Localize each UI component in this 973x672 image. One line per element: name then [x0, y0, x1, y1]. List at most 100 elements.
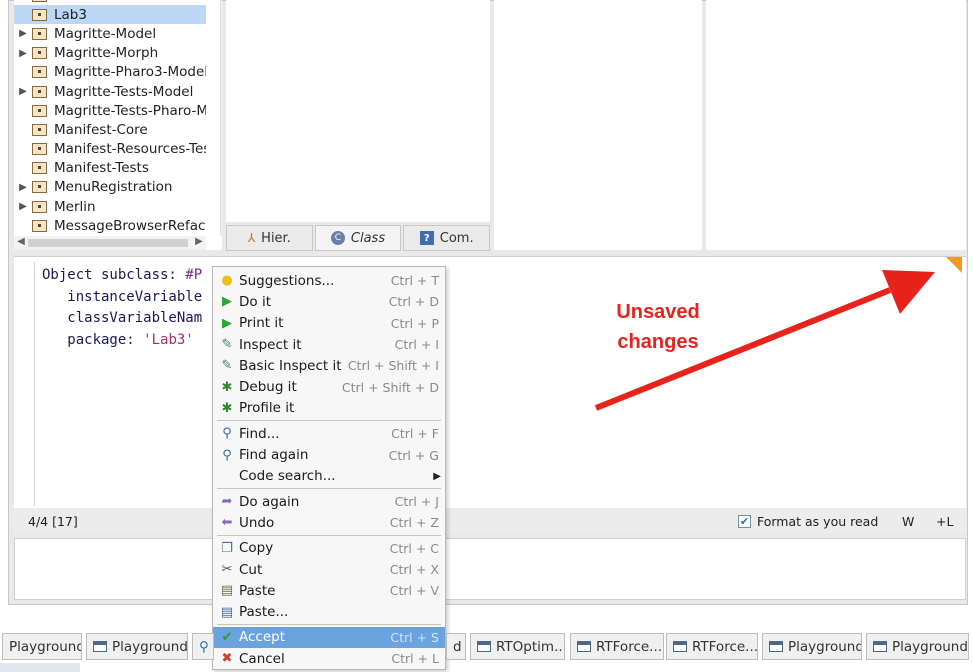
- package-icon: [32, 104, 47, 117]
- expand-triangle-icon[interactable]: ▶: [14, 201, 32, 212]
- taskbar-label: RTForce...: [596, 638, 663, 655]
- menu-item-find-again[interactable]: ⚲ Find again Ctrl + G: [213, 444, 445, 465]
- comment-icon: ?: [419, 231, 434, 245]
- menu-item-basic-inspect-it[interactable]: ✎ Basic Inspect it Ctrl + Shift + I: [213, 355, 445, 376]
- line-numbers-button[interactable]: +L: [936, 514, 953, 529]
- menu-item-shortcut: Ctrl + Shift + D: [341, 379, 439, 395]
- menu-item-label: Copy: [239, 540, 274, 557]
- menu-item-print-it[interactable]: ▶ Print it Ctrl + P: [213, 313, 445, 334]
- taskbar-button[interactable]: Playground: [2, 633, 82, 660]
- menu-item-code-search[interactable]: Code search... ▶: [213, 466, 445, 487]
- redo-icon: ➦: [221, 494, 233, 510]
- menu-item-label: Profile it: [239, 400, 295, 417]
- scroll-left-icon[interactable]: ◀: [14, 236, 28, 247]
- menu-item-copy[interactable]: ❐ Copy Ctrl + C: [213, 538, 445, 559]
- taskbar-label: Playground: [9, 638, 82, 655]
- format-checkbox[interactable]: ✔: [738, 514, 751, 528]
- scroll-up-icon[interactable]: ▲: [221, 2, 222, 13]
- expand-triangle-icon[interactable]: ▶: [14, 0, 32, 1]
- class-icon: C: [330, 231, 345, 245]
- scroll-down-icon[interactable]: ▼: [221, 222, 222, 233]
- paste-more-icon: ▤: [220, 604, 234, 620]
- package-item[interactable]: ▶ Merlin: [14, 197, 206, 216]
- hscroll-thumb[interactable]: [28, 239, 188, 247]
- package-icon: [32, 181, 47, 194]
- expand-triangle-icon[interactable]: ▶: [14, 28, 32, 39]
- menu-item-inspect-it[interactable]: ✎ Inspect it Ctrl + I: [213, 334, 445, 355]
- package-label: Merlin: [54, 198, 96, 215]
- menu-item-do-again[interactable]: ➦ Do again Ctrl + J: [213, 491, 445, 512]
- menu-item-undo[interactable]: ⬅ Undo Ctrl + Z: [213, 512, 445, 533]
- expand-triangle-icon[interactable]: ▶: [14, 48, 32, 59]
- taskbar-label: RTForce...: [692, 638, 758, 655]
- taskbar-button[interactable]: ⚲: [192, 633, 214, 660]
- package-item[interactable]: Magritte-Pharo3-Model: [14, 63, 206, 82]
- cut-icon: ✂: [221, 562, 233, 577]
- package-label: Magritte-Tests-Pharo-Mc: [54, 102, 206, 119]
- package-item[interactable]: ▶ Magritte-Tests-Model: [14, 82, 206, 101]
- package-item[interactable]: MessageBrowserRefacto: [14, 216, 206, 235]
- menu-item-find[interactable]: ⚲ Find... Ctrl + F: [213, 423, 445, 444]
- hierarchy-icon: ⅄: [247, 231, 256, 245]
- class-tabs: ⅄ Hier. C Class ? Com.: [226, 225, 491, 251]
- package-icon: [32, 123, 47, 136]
- menu-item-shortcut: Ctrl + T: [390, 273, 439, 289]
- menu-item-do-it[interactable]: ▶ Do it Ctrl + D: [213, 291, 445, 312]
- format-as-you-read-toggle[interactable]: ✔ Format as you read: [738, 514, 878, 529]
- package-item[interactable]: Lab3: [14, 5, 206, 25]
- code-text[interactable]: Object subclass: #P instanceVariable cla…: [42, 265, 202, 351]
- package-item[interactable]: ▶ Magritte-Model: [14, 24, 206, 43]
- protocol-list-pane[interactable]: [494, 0, 702, 250]
- taskbar-button[interactable]: Playground: [762, 633, 862, 660]
- method-list-pane[interactable]: [706, 0, 966, 250]
- package-list-hscrollbar[interactable]: ◀ ▶: [14, 236, 206, 250]
- taskbar: Playground Playground ⚲ d RTOptim... RTForce.…: [0, 630, 973, 660]
- taskbar-button[interactable]: RTForce...: [570, 633, 664, 660]
- menu-item-cut[interactable]: ✂ Cut Ctrl + X: [213, 559, 445, 580]
- tab-comment[interactable]: ? Com.: [403, 225, 491, 251]
- menu-separator: [217, 420, 441, 422]
- bottom-text-pane[interactable]: [14, 538, 966, 600]
- package-list-vscrollbar[interactable]: ▲ ▼: [220, 0, 222, 236]
- context-menu: ● Suggestions... Ctrl + T ▶ Do it Ctrl + D ▶ Pr…: [212, 266, 446, 670]
- wrap-mode-button[interactable]: W: [902, 514, 914, 529]
- taskbar-label: d: [453, 638, 462, 655]
- package-item[interactable]: ▶ Magritte-Morph: [14, 44, 206, 63]
- bottom-strip: [0, 663, 80, 672]
- package-item[interactable]: Manifest-Core: [14, 120, 206, 139]
- menu-item-label: Debug it: [239, 379, 297, 396]
- profile-icon: ✱: [221, 400, 233, 416]
- class-list-pane[interactable]: [226, 0, 490, 222]
- menu-item-suggestions[interactable]: ● Suggestions... Ctrl + T: [213, 270, 445, 291]
- menu-item-label: Undo: [239, 514, 275, 531]
- taskbar-button[interactable]: d: [446, 633, 466, 660]
- package-list-pane: ▶ Komitter Lab3 ▶ Magritte-Model ▶ Magritte-Mo…: [14, 0, 222, 250]
- paste-icon: ▤: [220, 583, 234, 599]
- taskbar-button[interactable]: Playground: [86, 633, 188, 660]
- package-item[interactable]: Manifest-Resources-Test: [14, 140, 206, 159]
- package-label: Manifest-Core: [54, 121, 148, 138]
- package-list[interactable]: ▶ Komitter Lab3 ▶ Magritte-Model ▶ Magritte-Mo…: [14, 0, 206, 235]
- taskbar-button[interactable]: RTOptim...: [470, 633, 565, 660]
- window-icon: [93, 641, 107, 652]
- expand-triangle-icon[interactable]: ▶: [14, 182, 32, 193]
- menu-item-debug-it[interactable]: ✱ Debug it Ctrl + Shift + D: [213, 376, 445, 397]
- scroll-right-icon[interactable]: ▶: [192, 236, 206, 247]
- code-line-4: package: 'Lab3': [42, 331, 194, 348]
- taskbar-button[interactable]: Playground: [866, 633, 969, 660]
- taskbar-button[interactable]: RTForce...: [666, 633, 758, 660]
- submenu-arrow-icon: ▶: [433, 470, 441, 482]
- tab-hierarchy[interactable]: ⅄ Hier.: [226, 225, 313, 251]
- package-item[interactable]: ▶ MenuRegistration: [14, 178, 206, 197]
- menu-item-paste[interactable]: ▤ Paste Ctrl + V: [213, 580, 445, 601]
- expand-triangle-icon[interactable]: ▶: [14, 86, 32, 97]
- tab-class[interactable]: C Class: [314, 225, 402, 251]
- window-icon: [477, 641, 491, 652]
- menu-item-shortcut: Ctrl + X: [389, 562, 439, 577]
- menu-item-paste[interactable]: ▤ Paste...: [213, 601, 445, 622]
- menu-item-shortcut: Ctrl + Z: [389, 515, 439, 531]
- package-item[interactable]: Magritte-Tests-Pharo-Mc: [14, 101, 206, 120]
- package-item[interactable]: Manifest-Tests: [14, 159, 206, 178]
- package-icon: [32, 66, 47, 79]
- menu-item-profile-it[interactable]: ✱ Profile it: [213, 398, 445, 419]
